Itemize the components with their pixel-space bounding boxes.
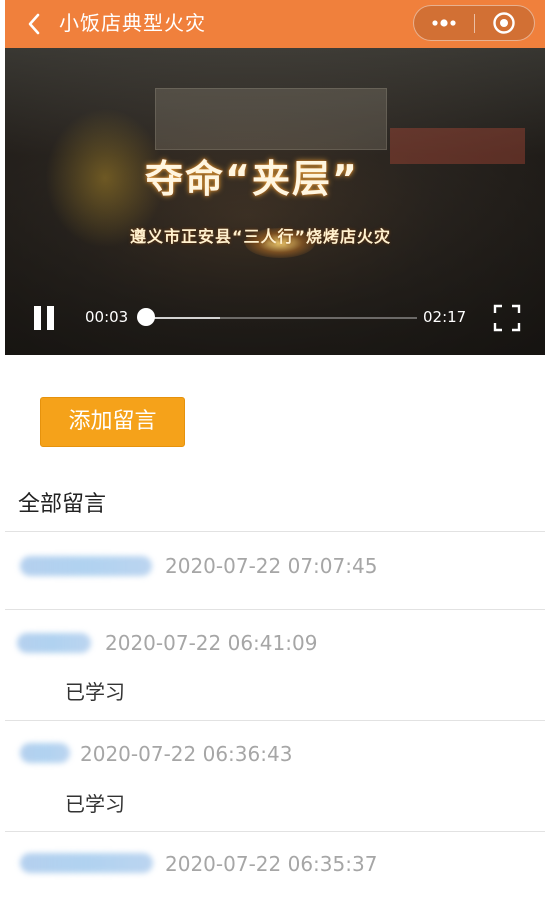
progress-buffered (147, 317, 220, 319)
video-shop-sign (390, 128, 525, 164)
add-comment-button[interactable]: 添加留言 (40, 397, 185, 447)
page-title: 小饭店典型火灾 (59, 11, 206, 35)
video-player[interactable]: 夺命“夹层” 遵义市正安县“三人行”烧烤店火灾 00:03 02:17 (5, 48, 545, 355)
progress-bar[interactable] (147, 317, 417, 319)
comment-item: 2020-07-22 06:35:37 (5, 832, 545, 901)
current-time: 00:03 (85, 308, 129, 326)
nav-bar: 小饭店典型火灾 (5, 0, 545, 48)
comment-item: 2020-07-22 06:36:43 已学习 (5, 721, 545, 832)
target-circle-icon (493, 12, 515, 34)
back-button[interactable] (21, 10, 49, 38)
blurred-username (20, 743, 70, 763)
close-mini-program-button[interactable] (475, 6, 535, 40)
comment-item: 2020-07-22 07:07:45 (5, 532, 545, 610)
blurred-username (20, 853, 153, 873)
comment-time: 2020-07-22 06:35:37 (165, 852, 378, 876)
total-time: 02:17 (423, 308, 467, 326)
comment-item: 2020-07-22 06:41:09 已学习 (5, 610, 545, 721)
blurred-username (20, 556, 152, 576)
more-dots-icon (432, 19, 456, 27)
fullscreen-button[interactable] (493, 304, 521, 332)
comment-text: 已学习 (65, 792, 125, 816)
app-frame: 小饭店典型火灾 夺命“夹层” 遵义市正安县“三人行”烧烤店火灾 00:03 02… (5, 0, 545, 901)
video-subtitle: 遵义市正安县“三人行”烧烤店火灾 (130, 227, 392, 246)
video-building-sign (155, 88, 387, 150)
mini-program-capsule (413, 5, 535, 41)
chevron-left-icon (28, 13, 40, 35)
comment-time: 2020-07-22 06:41:09 (105, 631, 318, 655)
fullscreen-icon (493, 304, 521, 332)
comment-time: 2020-07-22 07:07:45 (165, 554, 378, 578)
comments-section-title: 全部留言 (18, 492, 107, 517)
blurred-username (17, 633, 91, 653)
progress-handle[interactable] (137, 308, 155, 326)
comment-text: 已学习 (65, 680, 125, 704)
pause-button[interactable] (31, 303, 57, 333)
comment-time: 2020-07-22 06:36:43 (80, 742, 293, 766)
more-button[interactable] (414, 6, 474, 40)
video-headline: 夺命“夹层” (145, 157, 359, 201)
